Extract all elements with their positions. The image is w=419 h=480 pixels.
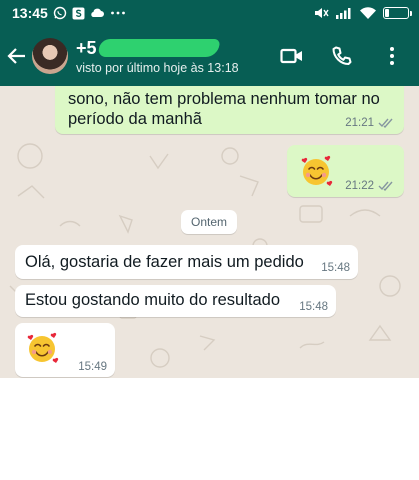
read-ticks-icon	[378, 118, 394, 128]
message-meta: 15:48	[299, 301, 328, 313]
last-seen: visto por último hoje às 13:18	[76, 60, 239, 75]
message-time: 21:21	[345, 117, 374, 129]
smiling-face-with-hearts-icon	[299, 154, 333, 193]
message-meta: 21:21	[345, 117, 394, 129]
more-vert-icon[interactable]	[379, 43, 405, 69]
message-time: 15:48	[321, 262, 350, 274]
message-time: 15:48	[299, 301, 328, 313]
mute-icon	[313, 6, 329, 20]
message-incoming[interactable]: Estou gostando muito do resultado 15:48	[15, 285, 336, 317]
s-app-icon	[72, 7, 85, 20]
signal-icon	[335, 7, 353, 19]
status-time: 13:45	[12, 5, 48, 21]
battery-level: 17	[391, 8, 401, 17]
message-outgoing[interactable]: sono, não tem problema nenhum tomar no p…	[55, 86, 404, 134]
blank-area	[0, 378, 419, 480]
message-text: sono, não tem problema nenhum tomar no	[68, 90, 380, 108]
message-text: período da manhã	[68, 110, 202, 128]
more-dots-icon	[110, 10, 126, 16]
contact-info[interactable]: +5 visto por último hoje às 13:18	[76, 38, 239, 75]
message-outgoing[interactable]: 21:22	[287, 145, 404, 197]
status-bar: 13:45 17	[0, 0, 419, 26]
back-arrow-icon	[7, 48, 25, 64]
video-call-icon[interactable]	[279, 43, 305, 69]
back-button[interactable]	[2, 26, 32, 86]
message-meta: 15:48	[321, 262, 350, 274]
message-time: 21:22	[345, 180, 374, 192]
date-divider: Ontem	[181, 210, 237, 234]
chat-header: +5 visto por último hoje às 13:18	[0, 26, 419, 86]
contact-name-text: +5	[76, 37, 97, 58]
avatar[interactable]	[32, 38, 68, 74]
smiling-face-with-hearts-icon	[25, 331, 59, 370]
voice-call-icon[interactable]	[329, 43, 355, 69]
message-incoming[interactable]: Olá, gostaria de fazer mais um pedido 15…	[15, 245, 358, 279]
cloud-icon	[90, 7, 105, 19]
read-ticks-icon	[378, 181, 394, 191]
message-incoming[interactable]: 15:49	[15, 323, 115, 377]
message-text: Olá, gostaria de fazer mais um pedido	[25, 253, 304, 271]
chat-area[interactable]: sono, não tem problema nenhum tomar no p…	[0, 86, 419, 378]
message-meta: 15:49	[78, 361, 107, 373]
message-time: 15:49	[78, 361, 107, 373]
whatsapp-icon	[53, 6, 67, 20]
redaction-mark	[97, 39, 220, 57]
message-text: Estou gostando muito do resultado	[25, 291, 281, 309]
battery-icon: 17	[383, 7, 412, 19]
contact-name: +5	[76, 38, 239, 59]
wifi-icon	[359, 6, 377, 20]
message-meta: 21:22	[345, 180, 394, 192]
